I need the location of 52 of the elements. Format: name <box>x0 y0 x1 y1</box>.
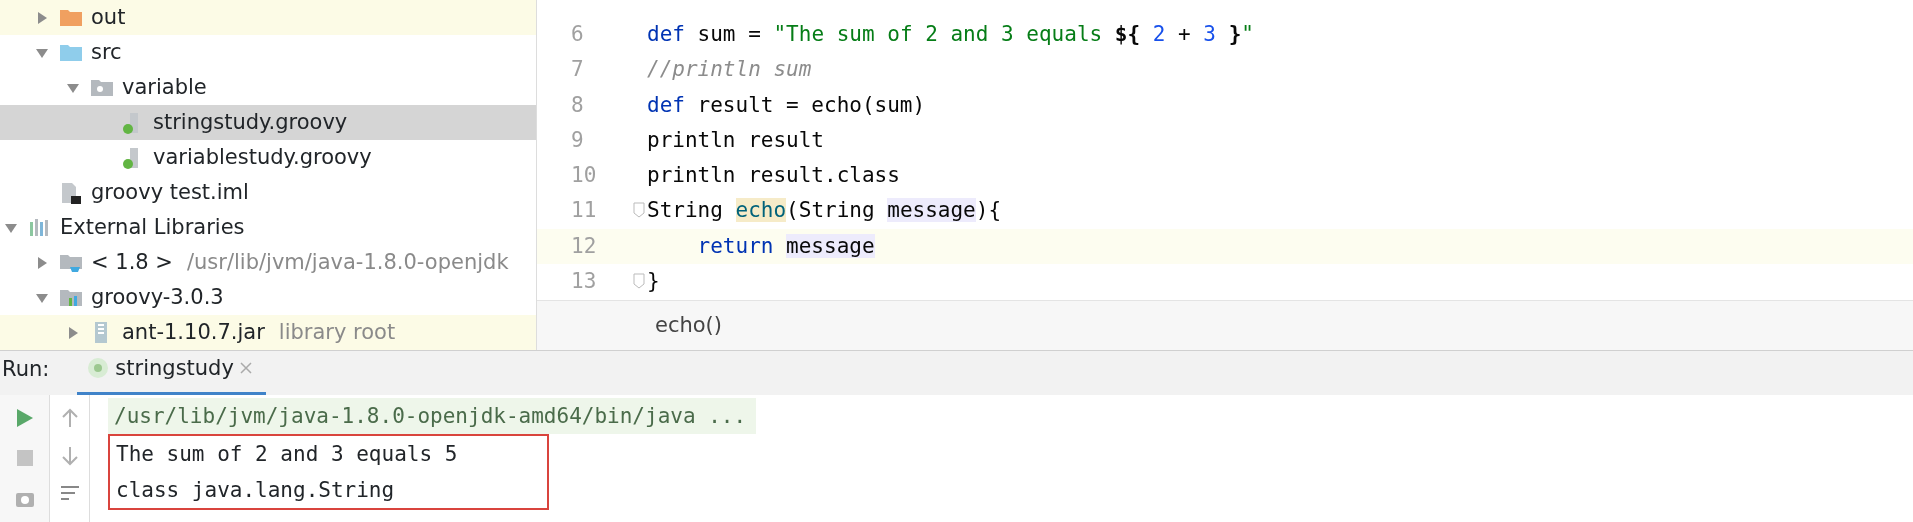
line-number: 13 <box>571 269 597 294</box>
tree-row[interactable]: src <box>0 35 536 70</box>
expand-arrow-icon[interactable] <box>35 10 49 25</box>
line-number: 11 <box>571 198 597 223</box>
tree-label: src <box>91 38 122 66</box>
tree-label: groovy test.iml <box>91 178 249 206</box>
tree-row[interactable]: stringstudy.groovy <box>0 105 536 140</box>
tree-label: stringstudy.groovy <box>153 108 348 136</box>
code-line: def sum = "The sum of 2 and 3 equals ${ 2 + 3 }" <box>647 21 1255 48</box>
panel-label: Run: <box>1 355 50 383</box>
line-number: 8 <box>571 92 584 117</box>
code-line: def result = echo(sum) <box>647 91 927 119</box>
code-line: //println sum <box>647 56 813 84</box>
groovy-file-icon <box>87 357 110 380</box>
expand-arrow-icon[interactable] <box>66 325 80 340</box>
fold-icon[interactable] <box>633 202 645 219</box>
tree-row[interactable]: < 1.8 > /usr/lib/jvm/java-1.8.0-openjdk <box>0 245 536 280</box>
tree-row[interactable]: External Libraries <box>0 210 536 245</box>
console-command: /usr/lib/jvm/java-1.8.0-openjdk-amd64/bin/java ... <box>108 398 757 434</box>
code-line: println result.class <box>647 162 901 190</box>
tree-label: out <box>91 3 126 31</box>
file-icon <box>59 180 83 205</box>
expand-arrow-icon[interactable] <box>35 255 49 270</box>
tree-label: variable <box>122 73 207 101</box>
code-line: String echo(String message){ <box>647 197 1003 225</box>
run-tab[interactable]: stringstudy <box>77 352 266 395</box>
console-output: The sum of 2 and 3 equals 5 <box>115 441 458 468</box>
tree-row[interactable]: out <box>0 0 536 35</box>
code-line: println result <box>647 126 825 154</box>
close-icon <box>239 362 252 375</box>
line-number: 9 <box>571 127 584 152</box>
code-line: } <box>647 268 661 296</box>
tree-row[interactable]: groovy test.iml <box>0 175 536 210</box>
tree-label: ant-1.10.7.jar <box>122 318 265 346</box>
fold-icon[interactable] <box>633 273 645 290</box>
tree-hint: library root <box>278 318 396 346</box>
line-number: 6 <box>571 22 584 46</box>
line-number: 12 <box>571 233 597 258</box>
tree-row[interactable]: groovy-3.0.3 <box>0 280 536 315</box>
tree-row[interactable]: variablestudy.groovy <box>0 140 536 175</box>
tree-label: < 1.8 > <box>91 248 173 276</box>
tree-row[interactable]: variable <box>0 70 536 105</box>
tree-label: variablestudy.groovy <box>153 143 372 171</box>
line-number: 7 <box>571 57 584 82</box>
tree-label: External Libraries <box>60 213 245 241</box>
tree-hint: /usr/lib/jvm/java-1.8.0-openjdk <box>186 248 509 276</box>
tab-label: stringstudy <box>115 354 234 382</box>
console-output: class java.lang.String <box>115 477 396 504</box>
tree-label: groovy-3.0.3 <box>91 283 224 311</box>
breadcrumb[interactable]: echo() <box>537 300 1913 350</box>
line-number: 10 <box>571 163 597 188</box>
tree-row[interactable]: ant-1.10.7.jar library root <box>0 315 536 350</box>
